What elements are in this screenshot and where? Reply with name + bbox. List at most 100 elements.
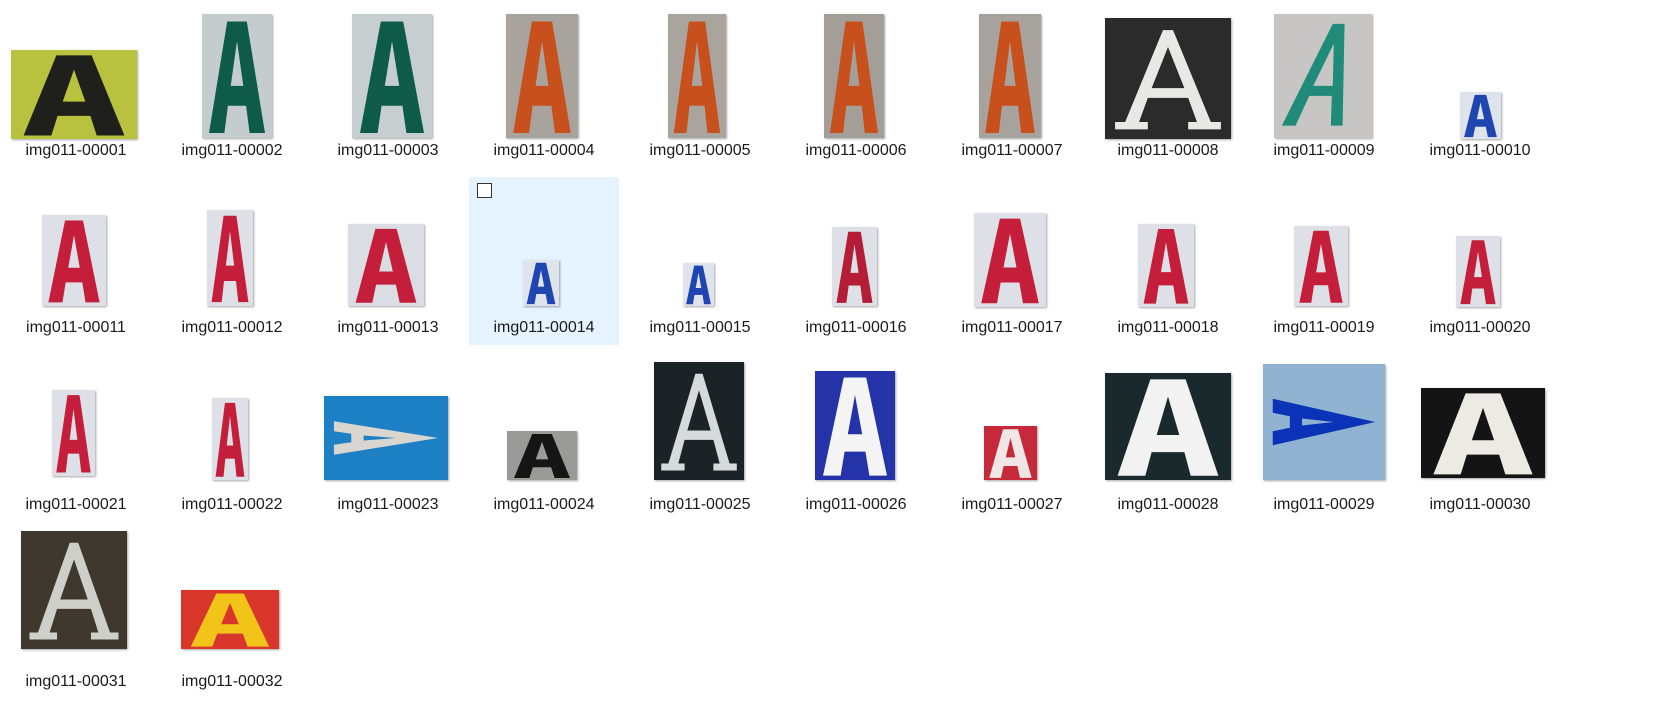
thumbnail-area — [781, 0, 931, 140]
image-thumbnail[interactable] — [815, 371, 895, 480]
thumbnail-area — [469, 0, 619, 140]
image-thumbnail[interactable] — [824, 14, 884, 138]
image-thumbnail[interactable] — [52, 390, 95, 476]
image-thumbnail[interactable] — [21, 531, 127, 649]
file-item[interactable]: img011-00024 — [469, 354, 619, 522]
image-thumbnail[interactable] — [974, 213, 1046, 307]
file-item[interactable]: img011-00026 — [781, 354, 931, 522]
file-item[interactable]: img011-00008 — [1093, 0, 1243, 168]
file-name-label: img011-00005 — [649, 142, 751, 159]
thumbnail-area — [781, 177, 931, 317]
file-name-label: img011-00030 — [1429, 496, 1531, 513]
image-thumbnail[interactable] — [181, 590, 279, 649]
image-thumbnail[interactable] — [1274, 14, 1372, 138]
file-name-label: img011-00024 — [493, 496, 595, 513]
file-item[interactable]: img011-00007 — [937, 0, 1087, 168]
file-name-label: img011-00027 — [961, 496, 1063, 513]
file-item[interactable]: img011-00006 — [781, 0, 931, 168]
file-item[interactable]: img011-00013 — [313, 177, 463, 345]
file-item[interactable]: img011-00018 — [1093, 177, 1243, 345]
file-item[interactable]: img011-00020 — [1405, 177, 1555, 345]
file-item[interactable]: img011-00031 — [1, 531, 151, 699]
image-thumbnail[interactable] — [1294, 226, 1348, 306]
file-name-label: img011-00020 — [1429, 319, 1531, 336]
file-name-label: img011-00028 — [1117, 496, 1219, 513]
file-item[interactable]: img011-00012 — [157, 177, 307, 345]
image-thumbnail[interactable] — [1105, 18, 1231, 139]
image-thumbnail[interactable] — [324, 396, 448, 480]
file-name-label: img011-00004 — [493, 142, 595, 159]
image-thumbnail[interactable] — [1138, 224, 1194, 307]
file-item[interactable]: img011-00009 — [1249, 0, 1399, 168]
file-name-label: img011-00002 — [181, 142, 283, 159]
thumbnail-area — [469, 177, 619, 317]
image-thumbnail[interactable] — [654, 362, 744, 480]
image-thumbnail[interactable] — [1460, 92, 1501, 139]
image-thumbnail[interactable] — [348, 224, 424, 306]
thumbnail-area — [1405, 0, 1555, 140]
image-thumbnail[interactable] — [1456, 236, 1500, 307]
thumbnail-area — [157, 531, 307, 671]
image-thumbnail[interactable] — [1421, 388, 1545, 478]
file-name-label: img011-00023 — [337, 496, 439, 513]
thumbnail-area — [1405, 177, 1555, 317]
file-name-label: img011-00012 — [181, 319, 283, 336]
file-item[interactable]: img011-00004 — [469, 0, 619, 168]
thumbnail-area — [1093, 354, 1243, 494]
file-name-label: img011-00008 — [1117, 142, 1219, 159]
file-item[interactable]: img011-00014 — [469, 177, 619, 345]
image-thumbnail[interactable] — [42, 215, 106, 306]
image-thumbnail[interactable] — [832, 227, 877, 306]
file-item[interactable]: img011-00023 — [313, 354, 463, 522]
thumbnail-area — [313, 354, 463, 494]
image-thumbnail[interactable] — [668, 14, 726, 138]
image-thumbnail[interactable] — [212, 398, 248, 480]
thumbnail-area — [469, 354, 619, 494]
file-item[interactable]: img011-00011 — [1, 177, 151, 345]
file-item[interactable]: img011-00030 — [1405, 354, 1555, 522]
file-name-label: img011-00011 — [26, 319, 126, 336]
file-item[interactable]: img011-00010 — [1405, 0, 1555, 168]
file-item[interactable]: img011-00005 — [625, 0, 775, 168]
image-thumbnail[interactable] — [1263, 364, 1385, 480]
file-item[interactable]: img011-00022 — [157, 354, 307, 522]
file-item[interactable]: img011-00017 — [937, 177, 1087, 345]
file-name-label: img011-00032 — [181, 673, 283, 690]
file-item[interactable]: img011-00029 — [1249, 354, 1399, 522]
image-thumbnail[interactable] — [506, 14, 578, 138]
image-thumbnail[interactable] — [507, 431, 577, 480]
file-item[interactable]: img011-00027 — [937, 354, 1087, 522]
thumbnail-area — [625, 354, 775, 494]
file-item[interactable]: img011-00002 — [157, 0, 307, 168]
thumbnail-area — [1093, 177, 1243, 317]
file-item[interactable]: img011-00019 — [1249, 177, 1399, 345]
file-item[interactable]: img011-00016 — [781, 177, 931, 345]
image-thumbnail[interactable] — [523, 260, 559, 306]
image-thumbnail[interactable] — [11, 50, 137, 139]
thumbnail-area — [313, 0, 463, 140]
file-item[interactable]: img011-00003 — [313, 0, 463, 168]
image-thumbnail[interactable] — [683, 263, 714, 306]
image-thumbnail[interactable] — [352, 14, 432, 138]
image-thumbnail[interactable] — [202, 14, 272, 138]
thumbnail-area — [937, 354, 1087, 494]
file-item[interactable]: img011-00015 — [625, 177, 775, 345]
thumbnail-area — [1249, 0, 1399, 140]
file-name-label: img011-00025 — [649, 496, 751, 513]
file-item[interactable]: img011-00028 — [1093, 354, 1243, 522]
file-grid: img011-00001 img011-00002 img011-00003 img0… — [0, 0, 1657, 727]
file-item[interactable]: img011-00032 — [157, 531, 307, 699]
file-item[interactable]: img011-00001 — [1, 0, 151, 168]
thumbnail-area — [625, 177, 775, 317]
thumbnail-area — [937, 0, 1087, 140]
file-name-label: img011-00018 — [1117, 319, 1219, 336]
image-thumbnail[interactable] — [207, 210, 253, 306]
image-thumbnail[interactable] — [1105, 373, 1231, 480]
image-thumbnail[interactable] — [979, 14, 1041, 138]
image-thumbnail[interactable] — [984, 426, 1037, 480]
file-item[interactable]: img011-00021 — [1, 354, 151, 522]
file-item[interactable]: img011-00025 — [625, 354, 775, 522]
thumbnail-area — [157, 354, 307, 494]
thumbnail-area — [625, 0, 775, 140]
file-name-label: img011-00001 — [25, 142, 127, 159]
